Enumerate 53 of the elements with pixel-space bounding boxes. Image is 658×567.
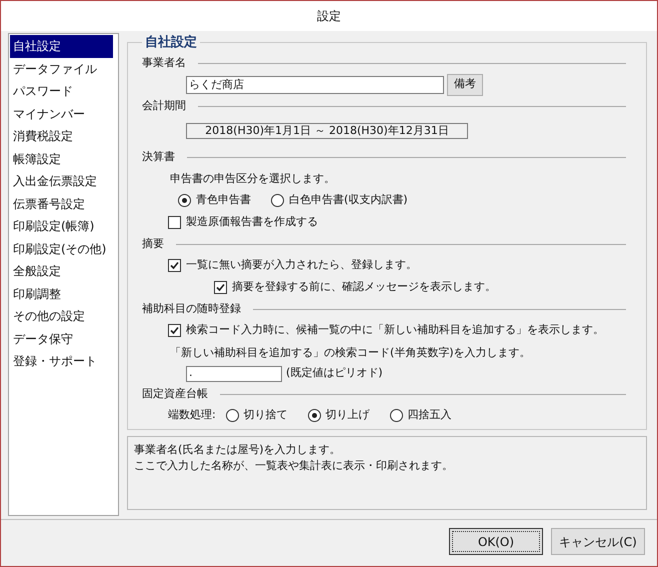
radio-label: 白色申告書(収支内訳書) xyxy=(289,192,408,208)
note-button[interactable]: 備考 xyxy=(447,74,483,96)
cancel-button[interactable]: キャンセル(C) xyxy=(551,528,645,555)
section-heading: 摘要 xyxy=(141,236,164,252)
sidebar-item[interactable]: 印刷設定(帳簿) xyxy=(10,215,113,238)
radio-label: 四捨五入 xyxy=(408,407,452,424)
section-heading: 固定資産台帳 xyxy=(141,386,208,402)
radio-button[interactable] xyxy=(308,409,321,422)
checkbox-label: 検索コード入力時に、候補一覧の中に「新しい補助科目を追加する」を表示します。 xyxy=(186,322,604,338)
sidebar-item[interactable]: パスワード xyxy=(10,80,113,102)
description-text: 「新しい補助科目を追加する」の検索コード(半角英数字)を入力します。 xyxy=(170,346,531,358)
sidebar-item[interactable]: 自社設定 xyxy=(10,35,113,58)
section-heading: 会計期間 xyxy=(141,98,186,114)
radio-button[interactable] xyxy=(390,409,403,422)
radio-button[interactable] xyxy=(178,194,191,207)
sidebar-item[interactable]: 印刷調整 xyxy=(10,282,113,305)
sidebar-item[interactable]: 消費税設定 xyxy=(10,125,113,148)
default-note: (既定値はピリオド) xyxy=(286,365,383,382)
checkbox-label: 製造原価報告書を作成する xyxy=(186,214,318,230)
code-field[interactable]: . xyxy=(186,366,282,382)
rounding-label: 端数処理: xyxy=(168,407,216,424)
sidebar-item[interactable]: データ保守 xyxy=(10,328,113,350)
sidebar-item[interactable]: 印刷設定(その他) xyxy=(10,238,113,260)
section-heading: 事業者名 xyxy=(141,55,186,72)
radio-label: 青色申告書 xyxy=(196,192,251,208)
ok-button[interactable]: OK(O) xyxy=(449,528,543,555)
sidebar-item[interactable]: 帳簿設定 xyxy=(10,148,113,170)
sidebar-item[interactable]: 伝票番号設定 xyxy=(10,192,113,215)
checkbox[interactable] xyxy=(168,216,181,229)
sidebar-item[interactable]: 入出金伝票設定 xyxy=(10,170,113,192)
section-heading: 補助科目の随時登録 xyxy=(141,301,241,318)
period-field: 2018(H30)年1月1日 ～ 2018(H30)年12月31日 xyxy=(186,122,468,138)
radio-button[interactable] xyxy=(226,409,239,422)
sidebar-item[interactable]: その他の設定 xyxy=(10,305,113,328)
checkbox[interactable] xyxy=(214,281,227,294)
description-text: 申告書の申告区分を選択します。 xyxy=(170,172,335,184)
radio-label: 切り上げ xyxy=(326,407,370,424)
group-title: 自社設定 xyxy=(144,34,198,52)
help-text: ここで入力した名称が、一覧表や集計表に表示・印刷されます。 xyxy=(134,458,454,474)
radio-label: 切り捨て xyxy=(244,407,288,424)
sidebar-item[interactable]: データファイル xyxy=(10,58,113,80)
window-title: 設定 xyxy=(317,8,341,25)
section-heading: 決算書 xyxy=(141,149,175,166)
name-field[interactable]: らくだ商店 xyxy=(186,76,444,94)
sidebar-item[interactable]: マイナンバー xyxy=(10,102,113,125)
sidebar-item[interactable]: 登録・サポート xyxy=(10,350,113,372)
help-text: 事業者名(氏名または屋号)を入力します。 xyxy=(134,442,342,458)
checkbox-label: 摘要を登録する前に、確認メッセージを表示します。 xyxy=(232,279,496,296)
checkbox-label: 一覧に無い摘要が入力されたら、登録します。 xyxy=(186,257,417,274)
sidebar-item[interactable]: 全般設定 xyxy=(10,260,113,282)
checkbox[interactable] xyxy=(168,259,181,272)
checkbox[interactable] xyxy=(168,324,181,337)
radio-button[interactable] xyxy=(271,194,284,207)
